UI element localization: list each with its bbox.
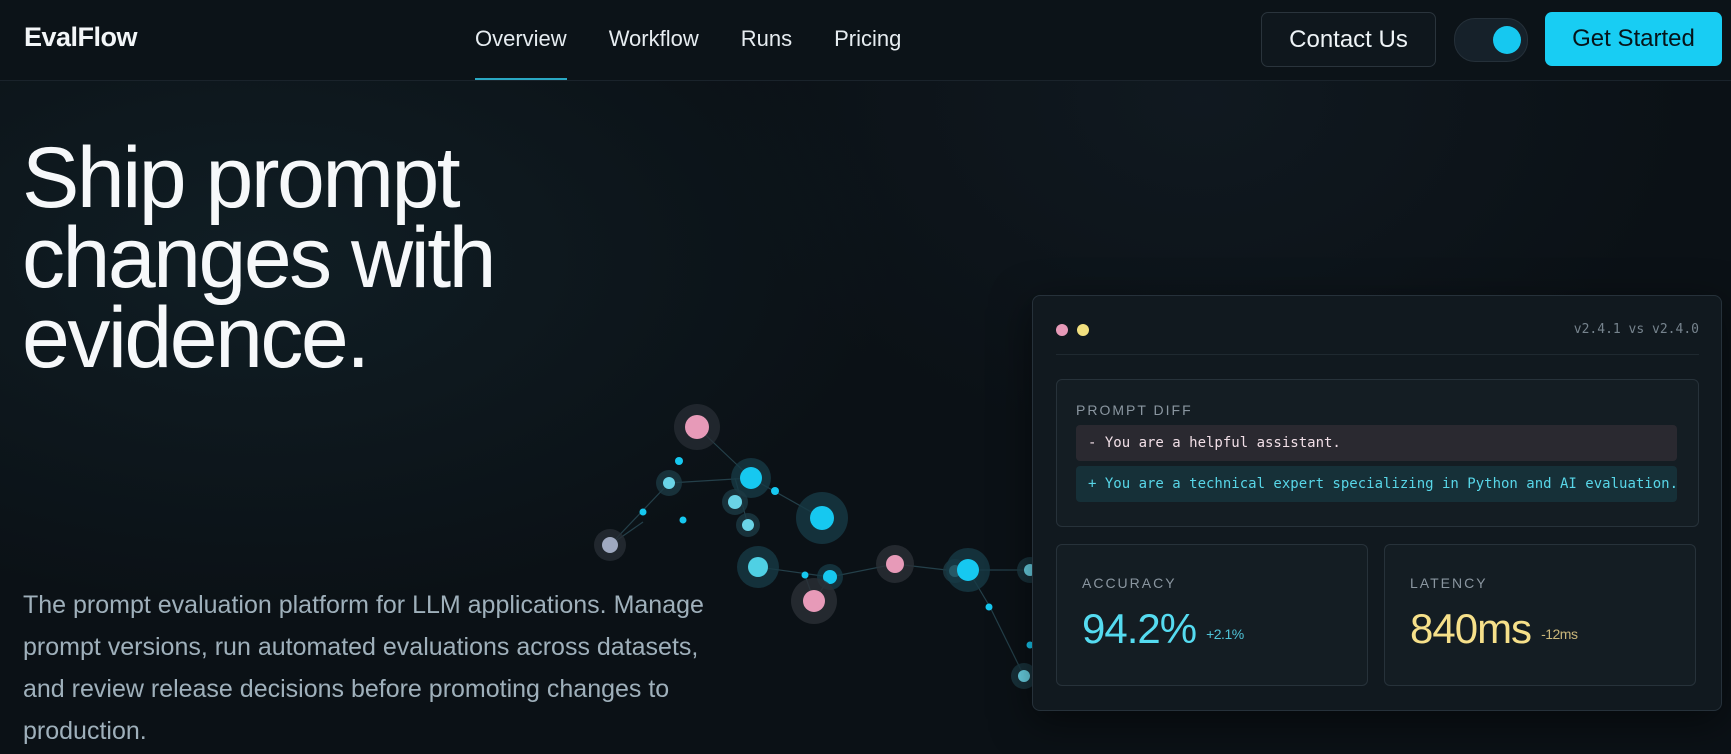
accuracy-metric: ACCURACY 94.2% +2.1% [1056,544,1368,686]
diff-line-added: + You are a technical expert specializin… [1076,466,1677,502]
toggle-knob [1493,26,1521,54]
accuracy-label: ACCURACY [1082,575,1177,591]
latency-value-row: 840ms -12ms [1410,605,1578,653]
page: EvalFlow Overview Workflow Runs Pricing … [0,0,1731,754]
version-compare: v2.4.1 vs v2.4.0 [1573,322,1699,337]
nav-runs[interactable]: Runs [741,0,792,80]
accuracy-value: 94.2% [1082,605,1197,652]
card-titlebar: v2.4.1 vs v2.4.0 [1056,322,1699,355]
accuracy-delta: +2.1% [1206,626,1244,642]
theme-toggle[interactable] [1454,18,1528,62]
nav-overview[interactable]: Overview [475,0,567,80]
get-started-button[interactable]: Get Started [1545,12,1722,66]
nav-workflow[interactable]: Workflow [609,0,699,80]
window-dot-pink-icon [1056,324,1068,336]
main-nav: Overview Workflow Runs Pricing [475,0,943,80]
latency-metric: LATENCY 840ms -12ms [1384,544,1696,686]
contact-us-button[interactable]: Contact Us [1261,12,1436,67]
prompt-diff-label: PROMPT DIFF [1076,402,1193,418]
diff-line-removed: - You are a helpful assistant. [1076,425,1677,461]
hero-subtitle: The prompt evaluation platform for LLM a… [23,591,704,745]
hero-title: Ship prompt changes with evidence. [22,130,496,386]
latency-label: LATENCY [1410,575,1488,591]
brand-logo[interactable]: EvalFlow [24,22,138,53]
top-navbar: EvalFlow Overview Workflow Runs Pricing … [0,0,1731,81]
accuracy-value-row: 94.2% +2.1% [1082,605,1244,653]
latency-value: 840ms [1410,605,1532,652]
prompt-diff-panel: PROMPT DIFF - You are a helpful assistan… [1056,379,1699,527]
latency-delta: -12ms [1541,626,1578,642]
window-dot-yellow-icon [1077,324,1089,336]
evaluation-card: v2.4.1 vs v2.4.0 PROMPT DIFF - You are a… [1032,295,1722,711]
nav-pricing[interactable]: Pricing [834,0,901,80]
